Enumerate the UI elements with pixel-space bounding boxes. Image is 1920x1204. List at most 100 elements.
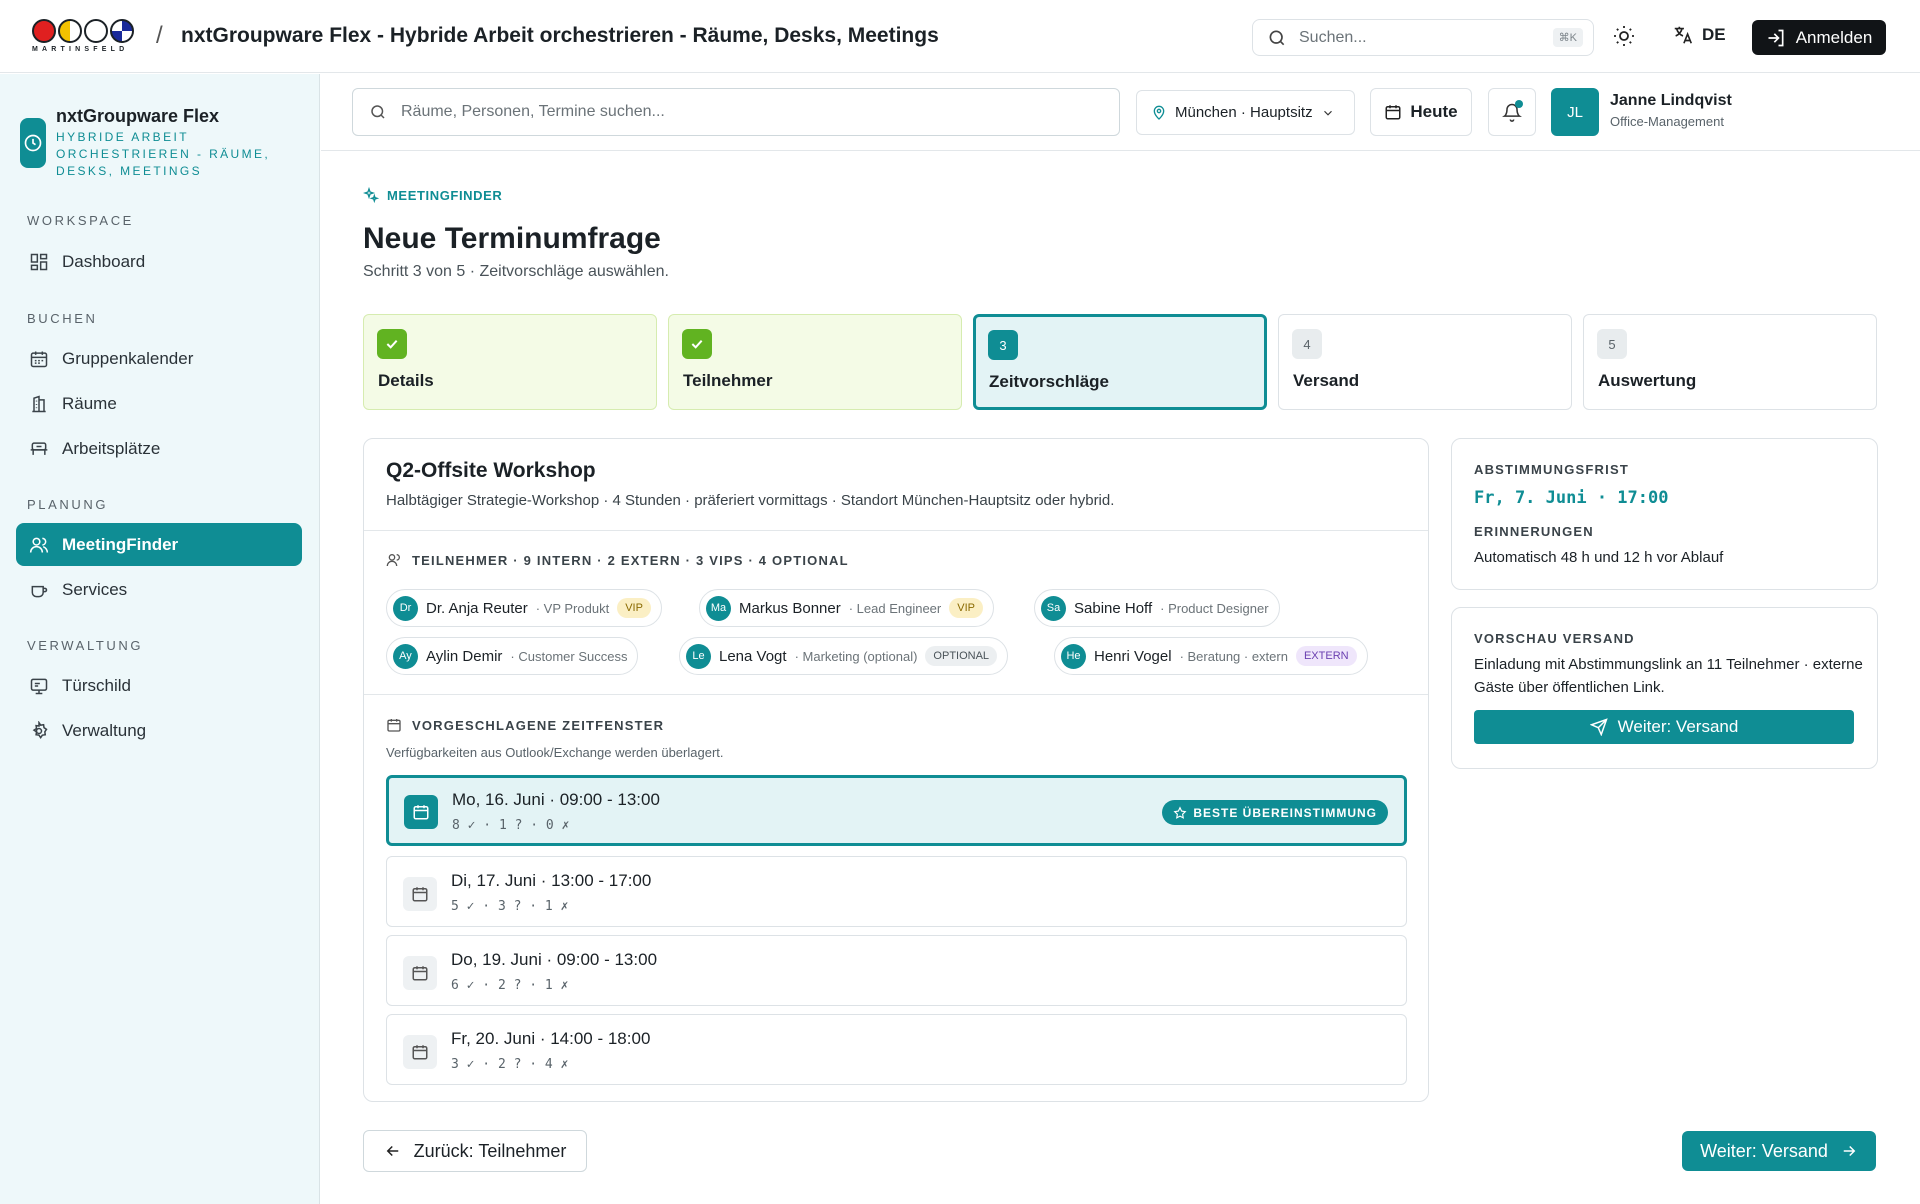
time-slot[interactable]: Mo, 16. Juni · 09:00 - 13:00 8 ✓ · 1 ? ·…	[386, 775, 1407, 846]
participant-chip[interactable]: Ay Aylin Demir · Customer Success	[386, 637, 639, 675]
logo-dot-red	[32, 19, 56, 43]
sidebar-item-services[interactable]: Services	[16, 568, 302, 611]
step-number: 5	[1597, 329, 1627, 359]
step-details[interactable]: Details	[363, 314, 657, 410]
sidebar-item-dashboard[interactable]: Dashboard	[16, 240, 302, 283]
today-button[interactable]: Heute	[1370, 88, 1472, 136]
participant-chip[interactable]: Le Lena Vogt · Marketing (optional) OPTI…	[679, 637, 1009, 675]
divider	[364, 694, 1428, 695]
language-button[interactable]: DE	[1672, 24, 1726, 46]
calendar-icon	[404, 795, 438, 829]
sidebar-item-arbeitsplaetze[interactable]: Arbeitsplätze	[16, 427, 302, 470]
step-auswertung[interactable]: 5 Auswertung	[1583, 314, 1877, 410]
language-label: DE	[1702, 25, 1726, 44]
gear-icon	[29, 720, 49, 741]
sidebar-item-meetingfinder[interactable]: MeetingFinder	[16, 523, 302, 566]
next-button[interactable]: Weiter: Versand	[1682, 1131, 1876, 1171]
sidebar-item-tuerschild[interactable]: Türschild	[16, 664, 302, 707]
participant-initials: Le	[686, 643, 711, 669]
participant-initials: Dr	[393, 595, 418, 621]
time-slot[interactable]: Fr, 20. Juni · 14:00 - 18:00 3 ✓ · 2 ? ·…	[386, 1014, 1407, 1085]
theme-toggle-button[interactable]	[1612, 24, 1636, 48]
global-search[interactable]: Suchen... ⌘K	[1252, 19, 1594, 56]
participant-initials: Ay	[393, 643, 418, 669]
sidebar-item-label: Services	[62, 579, 128, 599]
participant-role: · Customer Success	[510, 648, 628, 664]
notifications-button[interactable]	[1488, 88, 1536, 136]
back-button[interactable]: Zurück: Teilnehmer	[363, 1130, 587, 1172]
participant-name: Dr. Anja Reuter	[426, 599, 528, 617]
main-search-placeholder: Räume, Personen, Termine suchen...	[401, 103, 665, 120]
slots-caption-text: VORGESCHLAGENE ZEITFENSTER	[412, 717, 665, 733]
calendar-icon	[386, 717, 402, 733]
sidebar-section-planung: PLANUNG	[27, 497, 109, 512]
participant-role: · Product Designer	[1160, 600, 1269, 616]
location-select[interactable]: München · Hauptsitz	[1136, 90, 1355, 135]
user-name: Janne Lindqvist	[1610, 92, 1732, 109]
continue-send-button[interactable]: Weiter: Versand	[1474, 710, 1854, 744]
slot-time: Do, 19. Juni · 09:00 - 13:00	[451, 950, 658, 969]
eyebrow-label: MEETINGFINDER	[387, 187, 503, 203]
participant-role-text: Lead Engineer	[856, 600, 942, 616]
time-slot[interactable]: Di, 17. Juni · 13:00 - 17:00 5 ✓ · 3 ? ·…	[386, 856, 1407, 927]
step-teilnehmer[interactable]: Teilnehmer	[668, 314, 962, 410]
translate-icon	[1672, 24, 1694, 46]
time-slot[interactable]: Do, 19. Juni · 09:00 - 13:00 6 ✓ · 2 ? ·…	[386, 935, 1407, 1006]
slots-note: Verfügbarkeiten aus Outlook/Exchange wer…	[386, 745, 724, 760]
search-icon	[369, 103, 387, 121]
participant-role-text: Customer Success	[518, 648, 628, 664]
participant-chip[interactable]: Sa Sabine Hoff · Product Designer	[1034, 589, 1280, 627]
participant-initials: Sa	[1041, 595, 1066, 621]
login-icon	[1766, 28, 1786, 48]
preview-label: VORSCHAU VERSAND	[1474, 631, 1635, 646]
sidebar-item-verwaltung[interactable]: Verwaltung	[16, 709, 302, 752]
sidebar-section-workspace: WORKSPACE	[27, 213, 134, 228]
main-search-input[interactable]: Räume, Personen, Termine suchen...	[352, 88, 1120, 136]
avatar[interactable]: JL	[1551, 88, 1599, 136]
send-button-label: Weiter: Versand	[1617, 717, 1739, 736]
participant-tag: EXTERN	[1295, 646, 1357, 666]
user-role: Office-Management	[1610, 114, 1724, 129]
login-label: Anmelden	[1795, 27, 1873, 47]
global-search-placeholder: Suchen...	[1299, 28, 1367, 46]
sidebar-brand-subtitle: Hybride Arbeit orchestrieren - Räume, De…	[56, 130, 271, 178]
today-label: Heute	[1410, 102, 1458, 121]
reminder-text: Automatisch 48 h und 12 h vor Ablauf	[1474, 549, 1724, 566]
sidebar-item-gruppenkalender[interactable]: Gruppenkalender	[16, 337, 302, 380]
sidebar-item-label: Verwaltung	[62, 720, 147, 740]
clock-icon	[20, 118, 46, 168]
calendar-icon	[29, 349, 49, 369]
users-icon	[29, 535, 49, 555]
breadcrumb: MEETINGFINDER	[363, 187, 502, 203]
location-value: München · Hauptsitz	[1175, 104, 1313, 121]
sidebar-item-raeume[interactable]: Räume	[16, 382, 302, 425]
participant-chip[interactable]: He Henri Vogel · Beratung · extern EXTER…	[1054, 637, 1368, 675]
sidebar-brand[interactable]: nxtGroupware Flex Hybride Arbeit orchest…	[20, 106, 296, 180]
company-logo[interactable]: MARTINSFELD	[32, 19, 138, 55]
logo-dot-cross	[84, 19, 108, 43]
star-icon	[1173, 805, 1187, 820]
dashboard-icon	[29, 252, 49, 272]
participant-name: Lena Vogt	[719, 647, 787, 665]
participant-chip[interactable]: Dr Dr. Anja Reuter · VP Produkt VIP	[386, 589, 662, 627]
participant-initials: He	[1061, 643, 1086, 669]
logo-dot-yellow	[58, 19, 82, 43]
participants-caption: TEILNEHMER · 9 INTERN · 2 EXTERN · 3 VIP…	[386, 552, 849, 568]
top-bar: MARTINSFELD / nxtGroupware Flex - Hybrid…	[0, 0, 1920, 73]
participant-tag: VIP	[949, 598, 983, 618]
step-versand[interactable]: 4 Versand	[1278, 314, 1572, 410]
participant-tag: OPTIONAL	[925, 646, 998, 666]
step-label: Versand	[1293, 371, 1360, 390]
search-shortcut: ⌘K	[1552, 28, 1583, 47]
sun-icon	[1612, 24, 1636, 48]
search-icon	[1267, 28, 1287, 48]
sidebar-item-label: MeetingFinder	[62, 534, 179, 554]
participant-chip[interactable]: Ma Markus Bonner · Lead Engineer VIP	[699, 589, 994, 627]
participant-initials: Ma	[706, 595, 731, 621]
slot-votes: 6 ✓ · 2 ? · 1 ✗	[451, 978, 569, 993]
preview-text: Einladung mit Abstimmungslink an 11 Teil…	[1474, 656, 1863, 696]
login-button[interactable]: Anmelden	[1752, 20, 1886, 55]
step-zeitvorschlaege[interactable]: 3 Zeitvorschläge	[973, 314, 1267, 410]
arrow-left-icon	[384, 1142, 402, 1160]
reminder-label: ERINNERUNGEN	[1474, 524, 1594, 539]
